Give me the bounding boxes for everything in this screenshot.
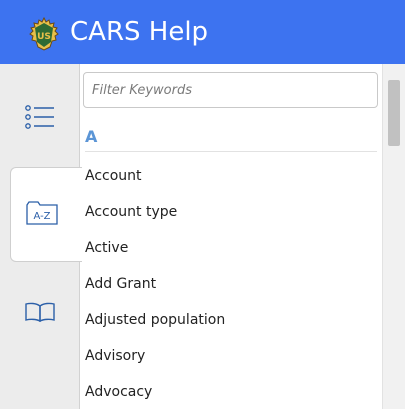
svg-text:A-Z: A-Z bbox=[33, 211, 50, 222]
index-scrollbar[interactable] bbox=[382, 64, 405, 409]
navigation-rail: A-Z bbox=[0, 64, 82, 409]
svg-text:US: US bbox=[37, 32, 51, 42]
list-icon bbox=[25, 104, 54, 129]
index-term[interactable]: Account bbox=[80, 158, 382, 194]
a-z-index-icon: A-Z bbox=[25, 200, 58, 225]
index-term[interactable]: Add Grant bbox=[80, 266, 382, 302]
glossary-tab[interactable] bbox=[0, 264, 80, 359]
scrollbar-thumb[interactable] bbox=[388, 80, 400, 146]
app-title: CARS Help bbox=[70, 17, 209, 47]
filter-keywords-input[interactable] bbox=[83, 72, 378, 108]
index-term[interactable]: Active bbox=[80, 230, 382, 266]
index-term[interactable]: Account type bbox=[80, 194, 382, 230]
open-book-icon bbox=[25, 302, 55, 322]
index-term-list: Account Account type Active Add Grant Ad… bbox=[80, 158, 382, 409]
index-term[interactable]: Adjusted population bbox=[80, 302, 382, 338]
forest-service-shield-icon: US bbox=[29, 17, 59, 51]
index-panel: A Account Account type Active Add Grant … bbox=[80, 64, 382, 409]
index-letter-heading: A bbox=[85, 127, 98, 146]
contents-tab[interactable] bbox=[0, 69, 80, 164]
index-term[interactable]: Advocacy bbox=[80, 374, 382, 409]
index-tab[interactable]: A-Z bbox=[10, 167, 82, 262]
app-header: US CARS Help bbox=[0, 0, 405, 64]
letter-divider bbox=[85, 151, 377, 152]
index-term[interactable]: Advisory bbox=[80, 338, 382, 374]
